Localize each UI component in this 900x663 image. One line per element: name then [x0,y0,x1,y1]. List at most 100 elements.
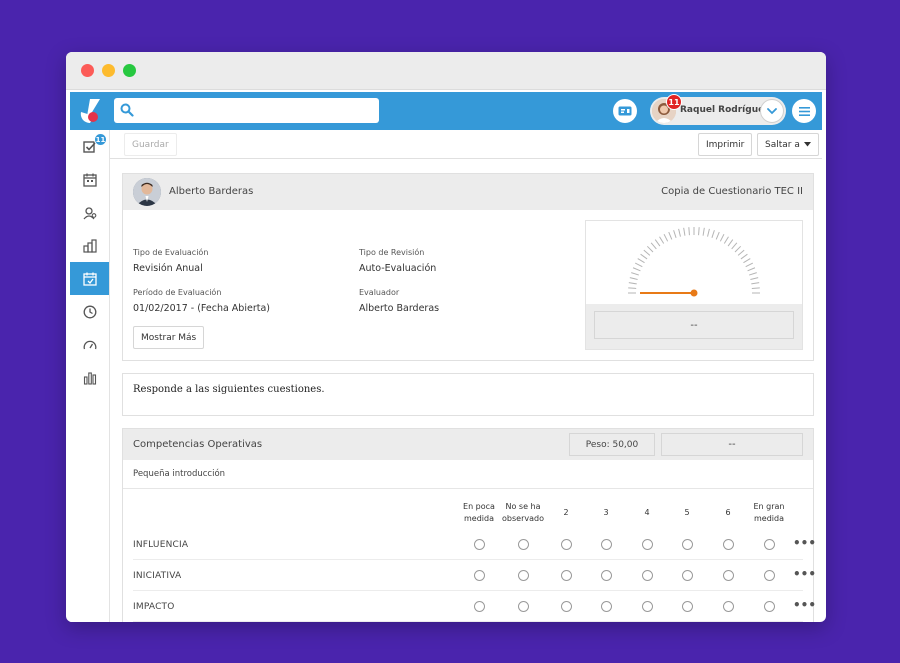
sidebar-item-calendar[interactable] [70,163,109,196]
rating-radio[interactable] [722,539,734,550]
print-button[interactable]: Imprimir [698,133,753,156]
sidebar-nav: 11 [70,130,110,622]
user-menu-toggle[interactable] [760,99,784,123]
close-window-button[interactable] [81,64,94,77]
sidebar-item-evaluations[interactable] [70,262,109,295]
scale-label-line2: medida [754,514,784,523]
show-more-button[interactable]: Mostrar Más [133,326,205,349]
user-menu[interactable]: 11 Raquel Rodríguez [650,94,786,125]
competency-score: -- [661,433,803,456]
more-options-icon[interactable]: ••• [793,567,816,581]
review-type-label: Tipo de Revisión [359,248,425,257]
gauge-tick [663,233,669,242]
main-menu-button[interactable] [792,99,816,123]
gauge-tick [643,249,651,256]
id-card-icon [618,106,632,116]
user-search-icon [83,206,96,219]
rating-radio[interactable] [560,539,572,550]
scale-label: No se ha observado [499,501,547,525]
rating-radio[interactable] [641,601,653,612]
rating-radio[interactable] [681,570,693,581]
rating-radio[interactable] [473,539,485,550]
gauge-tick [749,272,757,276]
tasks-badge: 11 [94,133,107,146]
gauge-tick [719,233,725,242]
gauge-tick [688,227,690,236]
gauge-tick [637,258,645,264]
competency-intro: Pequeña introducción [123,460,813,489]
rating-radio[interactable] [517,601,529,612]
app-logo-icon[interactable] [78,98,102,124]
sidebar-item-dashboard[interactable] [70,328,109,361]
rating-scale-header: En poca medida No se ha observado 2 3 4 5 6 En gr… [123,489,813,529]
rating-radio[interactable] [763,601,775,612]
question-row: INFLUENCIA ••• [133,529,816,560]
gauge-tick [698,227,700,236]
question-label: INICIATIVA [133,571,182,581]
bar-chart-icon [83,371,96,385]
question-list: INFLUENCIA ••• INICIATIVA ••• IMPACTO ••• [123,529,816,622]
rating-radio[interactable] [600,601,612,612]
question-row: INICIATIVA ••• [133,560,816,591]
rating-radio[interactable] [763,570,775,581]
scale-label-line1: En poca [463,502,495,511]
sidebar-item-organization[interactable] [70,229,109,262]
competency-header: Competencias Operativas Peso: 50,00 -- [123,429,813,460]
rating-radio[interactable] [681,601,693,612]
gauge-tick [751,287,760,289]
scale-label: En poca medida [455,501,503,525]
sidebar-item-tasks[interactable]: 11 [70,130,109,163]
evaluation-details: Tipo de Evaluación Revisión Anual Tipo d… [123,210,813,360]
rating-radio[interactable] [722,570,734,581]
evaluation-type-label: Tipo de Evaluación [133,248,209,257]
jump-to-button[interactable]: Saltar a [757,133,819,156]
scale-label: En gran medida [745,501,793,525]
rating-radio[interactable] [722,601,734,612]
sidebar-item-people[interactable] [70,196,109,229]
add-card-button[interactable] [613,99,637,123]
save-button[interactable]: Guardar [124,133,177,156]
chevron-down-icon [767,107,777,114]
gauge-tick [659,236,665,244]
sidebar-item-history[interactable] [70,295,109,328]
browser-window: 11 Raquel Rodríguez 11 Guardar Imprimir … [66,52,826,622]
scale-label-line2: medida [464,514,494,523]
gauge-tick [628,282,637,285]
gauge-tick [745,262,754,268]
gauge-tick [640,253,648,260]
gauge-tick [650,242,657,250]
rating-radio[interactable] [641,570,653,581]
search-box[interactable] [114,98,379,123]
rating-radio[interactable] [600,570,612,581]
more-options-icon[interactable]: ••• [793,536,816,550]
hamburger-menu-icon [798,106,810,116]
gauge-tick [723,236,729,244]
question-row: IMPACTO ••• [133,591,816,622]
minimize-window-button[interactable] [102,64,115,77]
rating-radio[interactable] [641,539,653,550]
evaluation-period-label: Período de Evaluación [133,288,222,297]
gauge-tick [747,267,756,272]
gauge-tick [727,239,734,247]
evaluator-label: Evaluador [359,288,400,297]
instructions-text: Responde a las siguientes cuestiones. [122,373,814,416]
gauge-value: -- [594,311,794,339]
sidebar-item-reports[interactable] [70,361,109,394]
action-toolbar: Guardar Imprimir Saltar a [110,130,822,159]
maximize-window-button[interactable] [123,64,136,77]
rating-radio[interactable] [763,539,775,550]
rating-radio[interactable] [560,601,572,612]
app-header: 11 Raquel Rodríguez [70,92,822,130]
rating-radio[interactable] [600,539,612,550]
review-type-value: Auto-Evaluación [359,263,437,274]
search-input[interactable] [138,100,373,121]
rating-radio[interactable] [473,601,485,612]
calendar-icon [82,173,97,187]
rating-radio[interactable] [560,570,572,581]
more-options-icon[interactable]: ••• [793,598,816,612]
rating-radio[interactable] [517,570,529,581]
rating-radio[interactable] [681,539,693,550]
gauge-hub [690,289,698,297]
rating-radio[interactable] [473,570,485,581]
rating-radio[interactable] [517,539,529,550]
